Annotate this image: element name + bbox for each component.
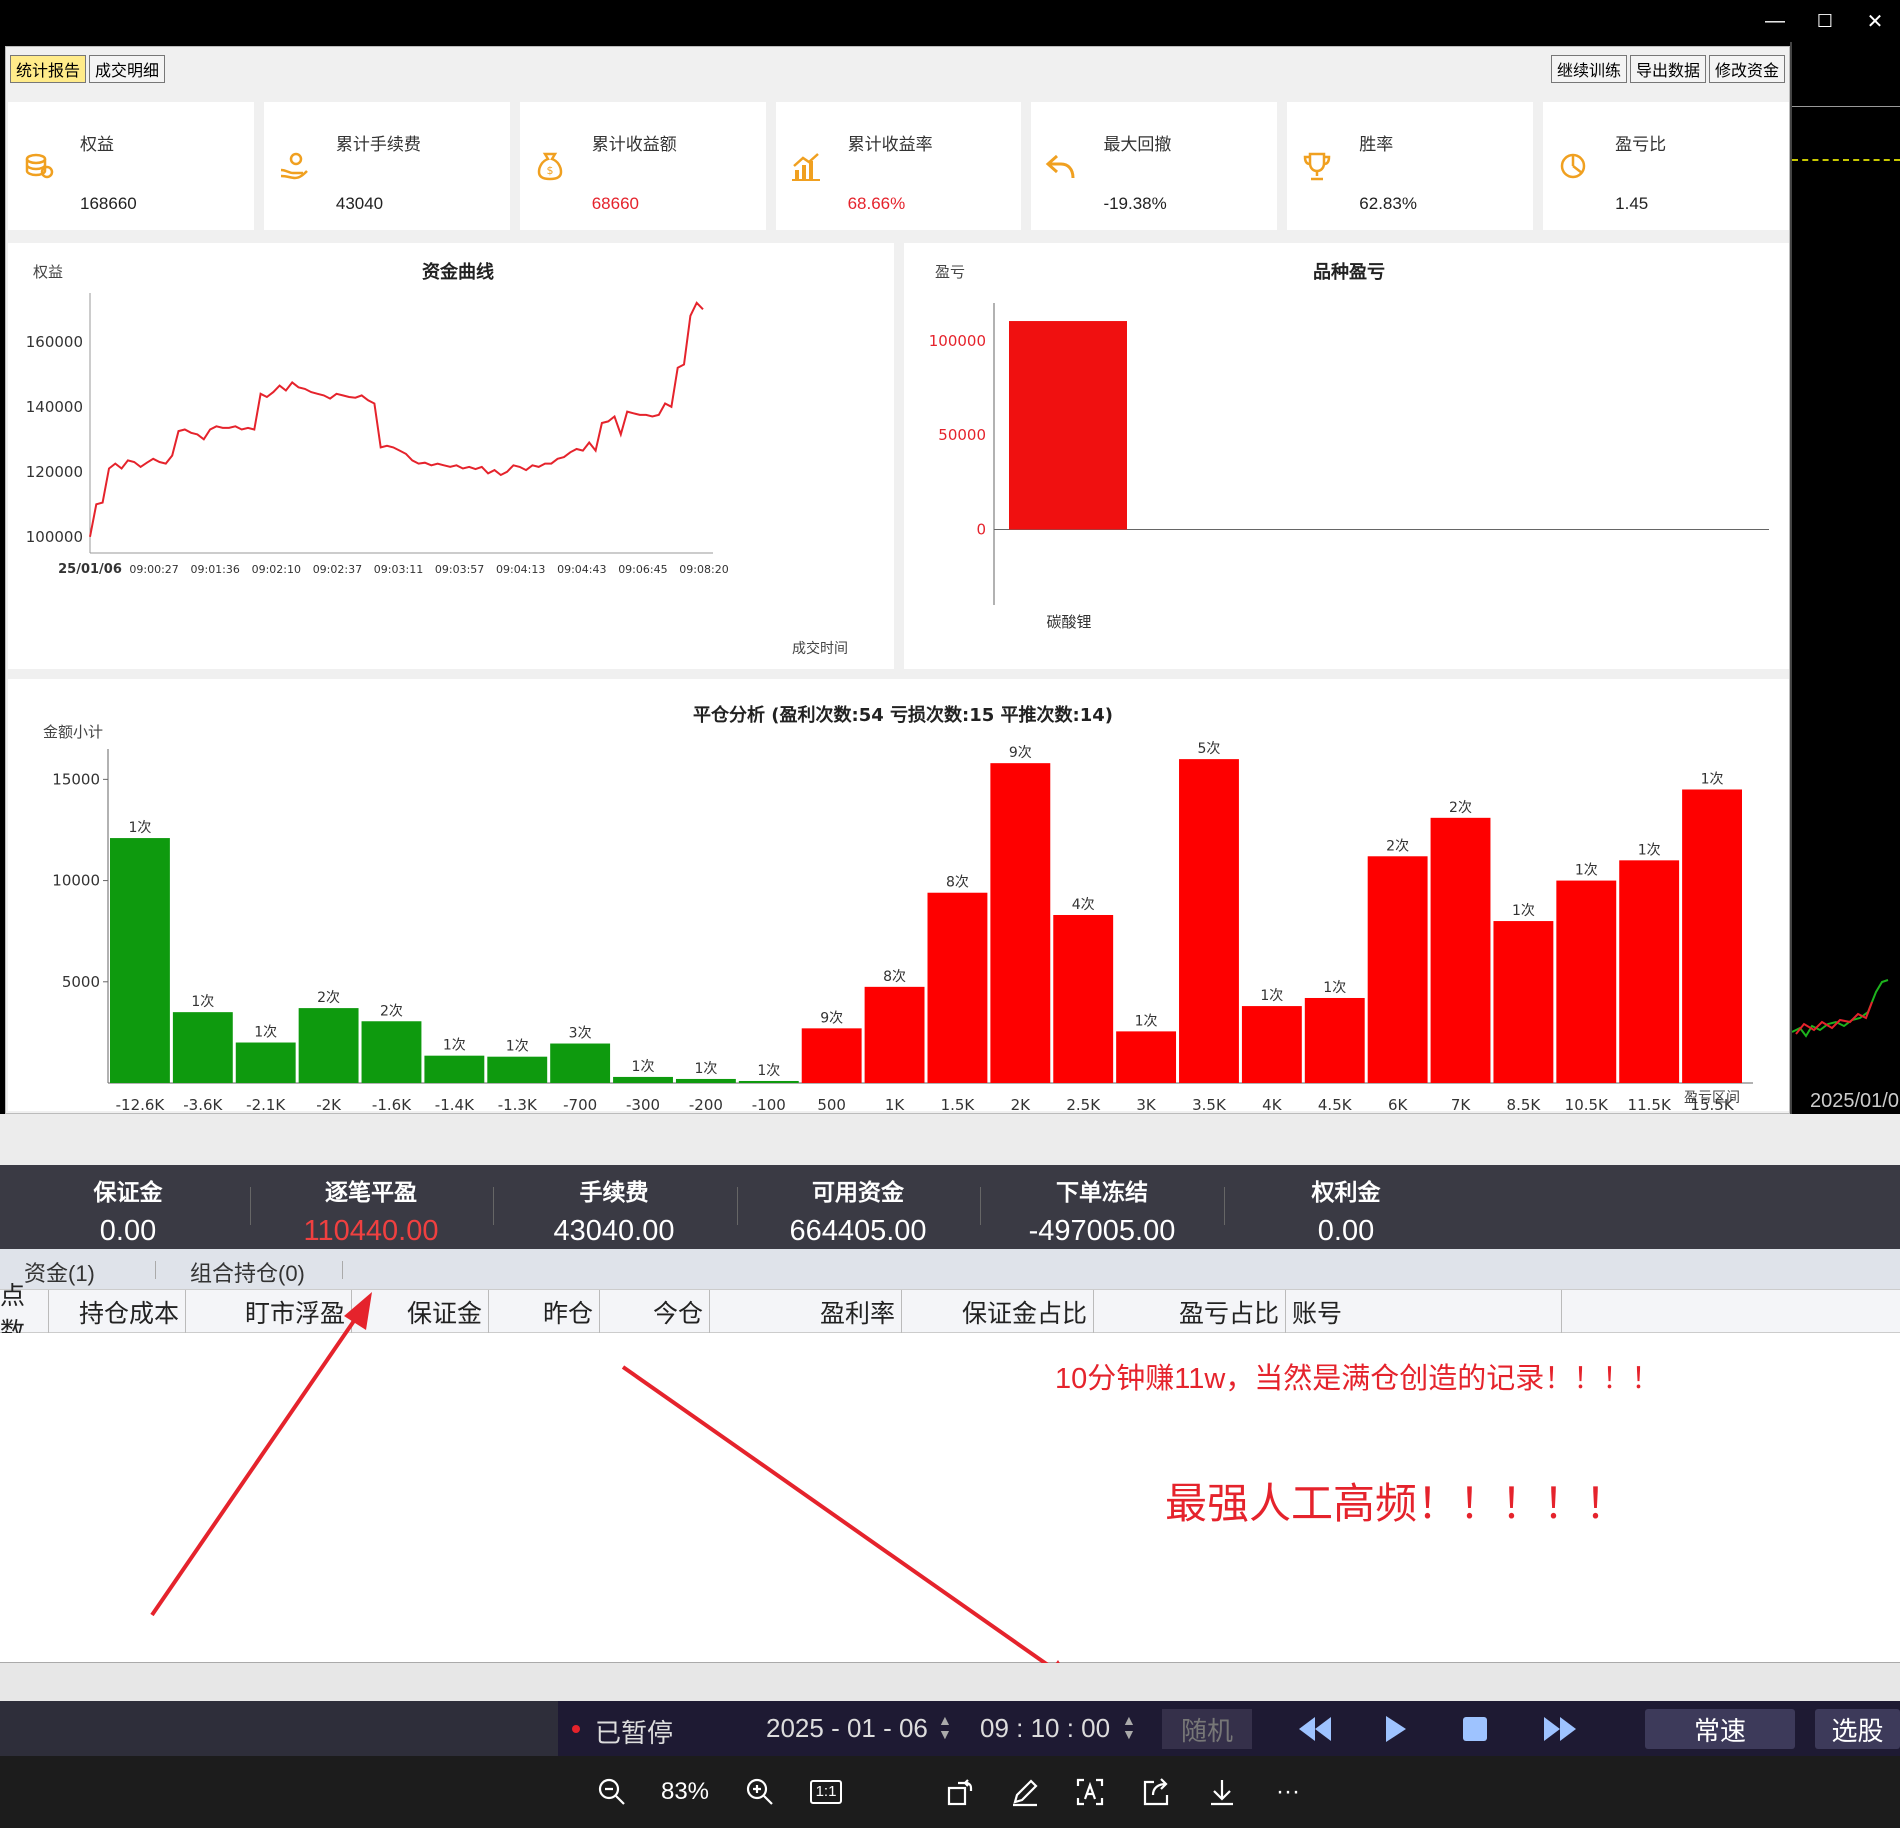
download-icon[interactable] (1202, 1772, 1242, 1812)
zoom-level: 83% (660, 1778, 710, 1805)
time-field[interactable]: 09 : 10 : 00 (980, 1713, 1110, 1744)
share-icon[interactable] (1136, 1772, 1176, 1812)
status-dot (572, 1725, 580, 1733)
one-to-one-label: 1:1 (809, 1780, 843, 1804)
replay-status: 已暂停 (595, 1718, 674, 1748)
stop-icon[interactable] (1455, 1709, 1495, 1749)
date-field[interactable]: 2025 - 01 - 06 (766, 1713, 928, 1744)
rotate-icon[interactable] (940, 1772, 980, 1812)
actual-size-button[interactable]: 1:1 (806, 1772, 846, 1812)
rewind-icon[interactable] (1290, 1709, 1340, 1749)
table-footer (0, 1663, 1900, 1701)
random-button[interactable]: 随机 (1162, 1709, 1252, 1749)
pick-stock-button[interactable]: 选股 (1815, 1709, 1900, 1749)
replay-control-bar: 已暂停 2025 - 01 - 06 ▲ ▼ 09 : 10 : 00 ▲ ▼ 随机… (0, 1701, 1900, 1756)
more-options-icon[interactable]: ··· (1268, 1772, 1308, 1812)
image-viewer-toolbar: 83% 1:1 ··· (0, 1756, 1900, 1828)
date-stepper-icon[interactable]: ▲ ▼ (938, 1713, 952, 1741)
zoom-in-icon[interactable] (740, 1772, 780, 1812)
speed-button[interactable]: 常速 (1645, 1709, 1795, 1749)
fast-forward-icon[interactable] (1535, 1709, 1585, 1749)
red-arrow (621, 1365, 1075, 1688)
text-recognition-icon[interactable] (1070, 1772, 1110, 1812)
edit-icon[interactable] (1005, 1772, 1045, 1812)
time-stepper-icon[interactable]: ▲ ▼ (1122, 1713, 1136, 1741)
play-icon[interactable] (1375, 1709, 1415, 1749)
zoom-out-icon[interactable] (592, 1772, 632, 1812)
red-arrow (150, 1292, 372, 1617)
annotation-arrows (150, 1292, 1075, 1688)
